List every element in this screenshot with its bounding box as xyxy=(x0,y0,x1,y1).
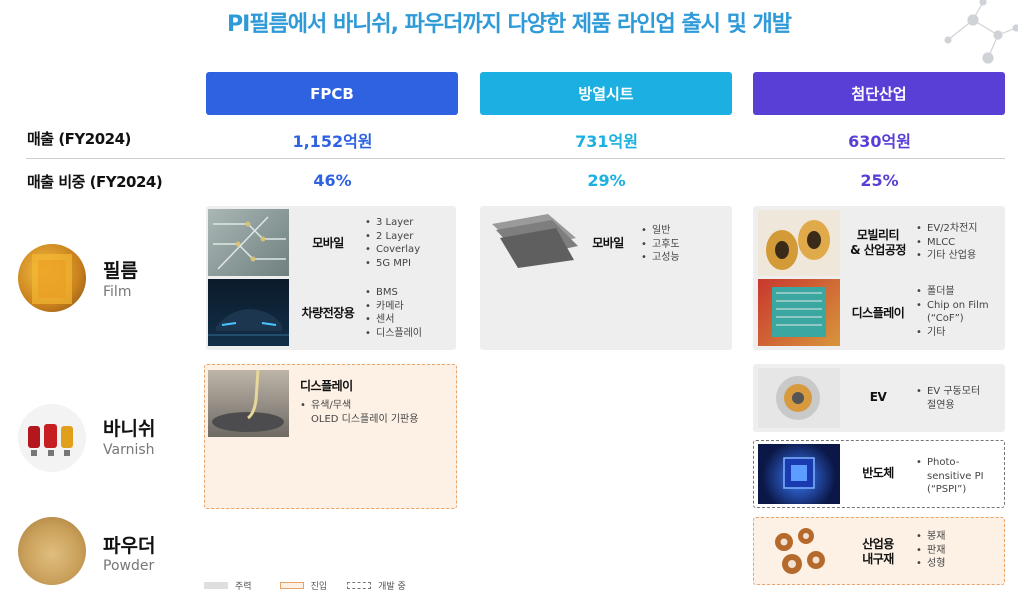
adv-mobility-bullets: EV/2차전지 MLCC 기타 산업용 xyxy=(916,222,1004,263)
bullet: Photo- sensitive PI (“PSPI”) xyxy=(916,456,1004,497)
heat-mobile-label: 모바일 xyxy=(592,236,624,250)
bullet: 폴더블 xyxy=(916,285,1004,299)
bullet: 일반 xyxy=(641,224,721,238)
bullet: BMS xyxy=(365,286,453,300)
bullet: 카메라 xyxy=(365,300,453,314)
legend: 주력 진입 개발 중 xyxy=(204,579,406,592)
bullet: Coverlay xyxy=(365,243,453,257)
adv-mobility-image xyxy=(758,210,840,276)
heat-sheet-image xyxy=(492,214,578,268)
legend-label-dev: 개발 중 xyxy=(378,582,406,592)
adv-ev-label: EV xyxy=(869,390,887,404)
bullet: 2 Layer xyxy=(365,230,453,244)
revenue-advanced: 630억원 xyxy=(848,132,911,151)
adv-semiconductor-image xyxy=(758,444,840,504)
adv-semiconductor-bullets: Photo- sensitive PI (“PSPI”) xyxy=(916,456,1004,497)
category-film-sub: Film xyxy=(103,284,132,300)
revenue-fpcb: 1,152억원 xyxy=(292,132,373,151)
adv-powder-bullets: 봉재 판재 성형 xyxy=(916,530,1004,571)
share-advanced: 25% xyxy=(860,171,899,190)
bullet: 디스플레이 xyxy=(365,327,453,341)
adv-ev-bullets: EV 구동모터 절연용 xyxy=(916,385,1004,412)
revenue-heat-sheet: 731억원 xyxy=(575,132,638,151)
adv-display-bullets: 폴더블 Chip on Film (“CoF”) 기타 xyxy=(916,285,1004,339)
bullet: EV 구동모터 절연용 xyxy=(916,385,1004,412)
bullet: 기타 xyxy=(916,326,1004,340)
category-powder-sub: Powder xyxy=(103,558,155,574)
row-label-share: 매출 비중 (FY2024) xyxy=(27,173,163,191)
molecule-decoration xyxy=(944,0,1018,64)
fpcb-display-image xyxy=(208,370,289,437)
bullet: 고후도 xyxy=(641,238,721,252)
adv-display-label: 디스플레이 xyxy=(851,306,905,320)
fpcb-mobile-image xyxy=(208,209,289,276)
bullet: 5G MPI xyxy=(365,257,453,271)
adv-ev-image xyxy=(758,368,840,428)
powder-image xyxy=(18,517,86,585)
fpcb-display-bullets: 유색/무색 OLED 디스플레이 기판용 xyxy=(300,399,450,426)
fpcb-vehicle-label: 차량전장용 xyxy=(301,306,355,320)
fpcb-mobile-label: 모바일 xyxy=(312,236,344,250)
bullet: 기타 산업용 xyxy=(916,249,1004,263)
fpcb-mobile-bullets: 3 Layer 2 Layer Coverlay 5G MPI xyxy=(365,216,453,270)
legend-swatch-main xyxy=(204,582,228,589)
legend-label-entry: 진입 xyxy=(310,582,328,592)
heat-mobile-bullets: 일반 고후도 고성능 xyxy=(641,224,721,265)
row-divider xyxy=(26,158,1005,159)
share-fpcb: 46% xyxy=(313,171,352,190)
bullet: Chip on Film (“CoF”) xyxy=(916,299,1004,326)
category-varnish-name: 바니쉬 xyxy=(103,418,156,440)
category-varnish-sub: Varnish xyxy=(103,442,155,458)
category-powder-name: 파우더 xyxy=(103,535,156,557)
column-header-advanced: 첨단산업 xyxy=(753,72,1005,115)
bullet: 성형 xyxy=(916,557,1004,571)
fpcb-display-label: 디스플레이 xyxy=(300,379,353,393)
varnish-image xyxy=(18,404,86,472)
adv-mobility-label: 모빌리티 & 산업공정 xyxy=(850,228,906,257)
bullet: 3 Layer xyxy=(365,216,453,230)
film-image xyxy=(18,244,86,312)
legend-swatch-dev xyxy=(347,582,372,589)
adv-semiconductor-label: 반도체 xyxy=(862,466,894,480)
share-heat-sheet: 29% xyxy=(587,171,626,190)
category-film-name: 필름 xyxy=(103,260,138,282)
column-header-fpcb: FPCB xyxy=(206,72,458,115)
adv-display-image xyxy=(758,279,840,346)
bullet: 센서 xyxy=(365,313,453,327)
adv-powder-label: 산업용 내구재 xyxy=(862,537,894,566)
bullet: 유색/무색 OLED 디스플레이 기판용 xyxy=(300,399,450,426)
page-title: PI필름에서 바니쉬, 파우더까지 다양한 제품 라인업 출시 및 개발 xyxy=(227,12,792,37)
bullet: MLCC xyxy=(916,236,1004,250)
bullet: EV/2차전지 xyxy=(916,222,1004,236)
column-header-heat-sheet: 방열시트 xyxy=(480,72,732,115)
fpcb-vehicle-image xyxy=(208,279,289,346)
adv-powder-image xyxy=(775,528,825,574)
bullet: 고성능 xyxy=(641,251,721,265)
row-label-revenue: 매출 (FY2024) xyxy=(27,130,131,148)
legend-swatch-entry xyxy=(279,582,304,589)
bullet: 판재 xyxy=(916,544,1004,558)
bullet: 봉재 xyxy=(916,530,1004,544)
legend-label-main: 주력 xyxy=(235,582,252,592)
fpcb-vehicle-bullets: BMS 카메라 센서 디스플레이 xyxy=(365,286,453,340)
